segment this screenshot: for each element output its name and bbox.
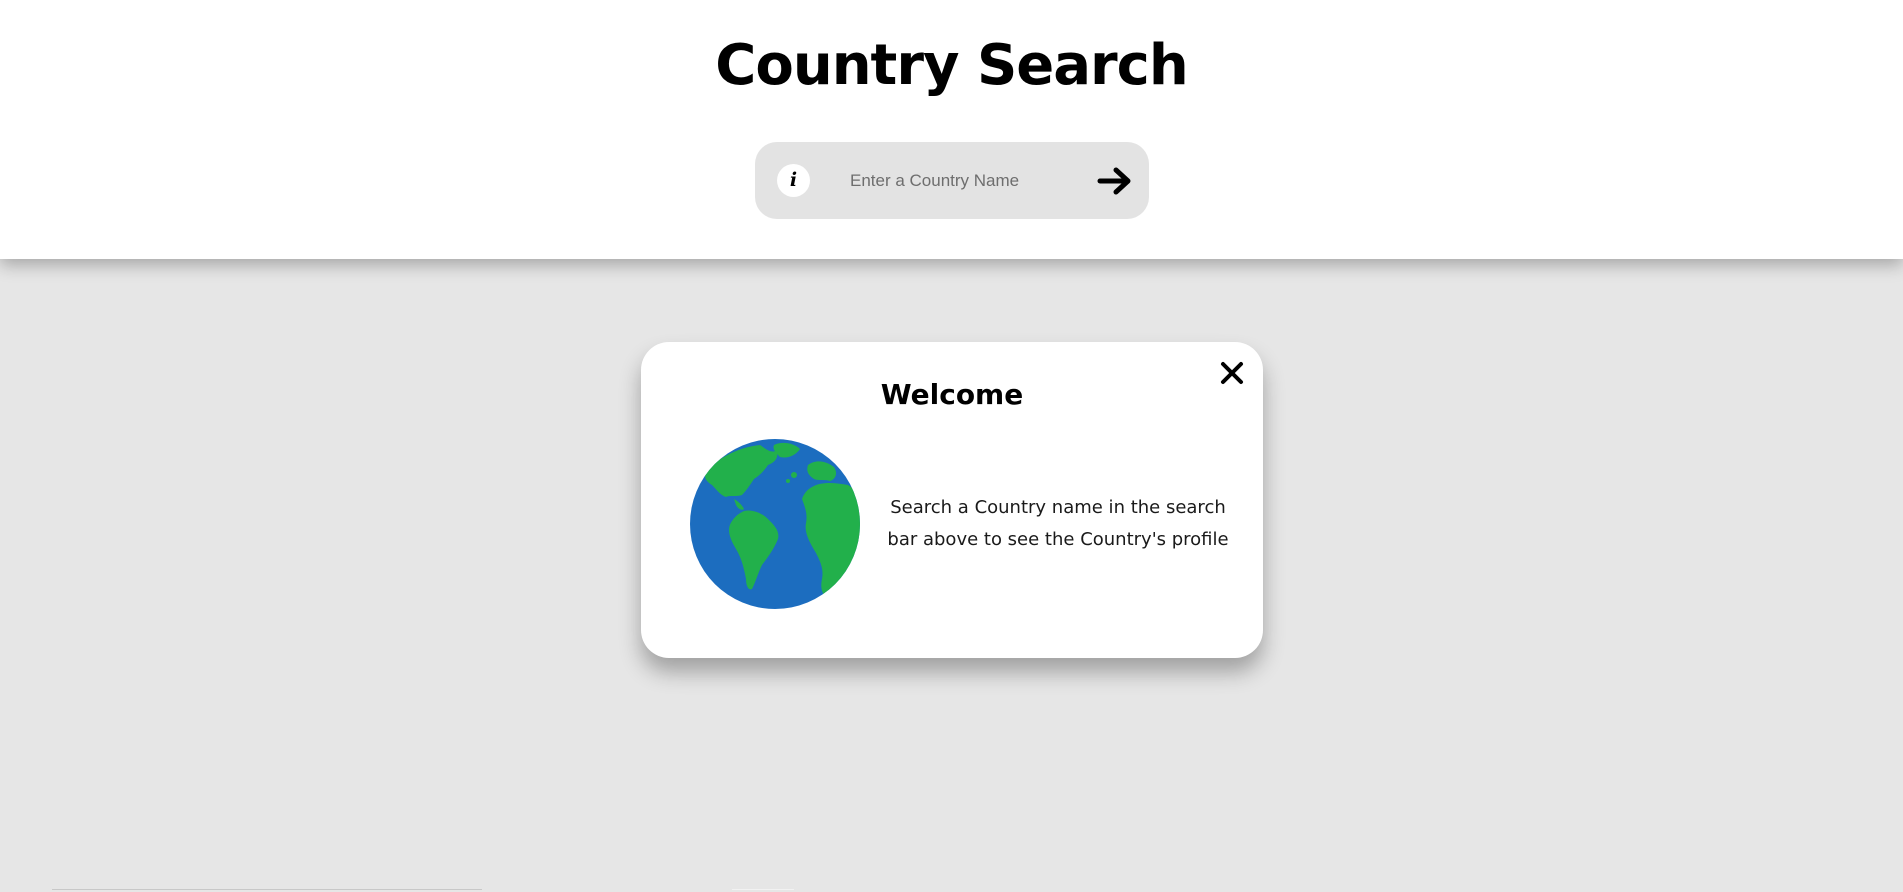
welcome-card: Welcome Search a Country name in the sea…	[641, 342, 1263, 658]
header: Country Search i	[0, 0, 1903, 259]
submit-button[interactable]	[1095, 162, 1135, 199]
bottom-divider-short	[732, 889, 794, 890]
welcome-message: Search a Country name in the search bar …	[887, 497, 1229, 550]
arrow-right-icon	[1097, 167, 1131, 194]
search-input[interactable]	[850, 164, 1065, 197]
globe-icon	[690, 439, 860, 609]
page-title: Country Search	[715, 33, 1188, 98]
bottom-divider	[52, 889, 482, 890]
search-bar: i	[755, 142, 1149, 219]
info-icon: i	[789, 169, 798, 191]
welcome-title: Welcome	[880, 378, 1024, 411]
info-button[interactable]: i	[777, 164, 810, 197]
